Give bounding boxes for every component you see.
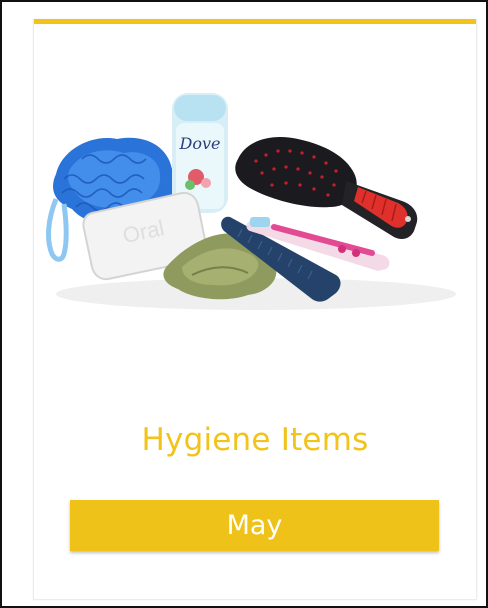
month-button[interactable]: May [70, 500, 439, 551]
screenshot-frame: Dove Oral Hygiene Items May [0, 0, 488, 608]
dove-brand-text: Dove [179, 134, 221, 153]
card-title: Hygiene Items [141, 422, 369, 458]
card-accent-bar [34, 19, 476, 24]
hygiene-items-image: Dove Oral [46, 93, 456, 310]
donation-item-card: Dove Oral Hygiene Items May [33, 19, 477, 600]
